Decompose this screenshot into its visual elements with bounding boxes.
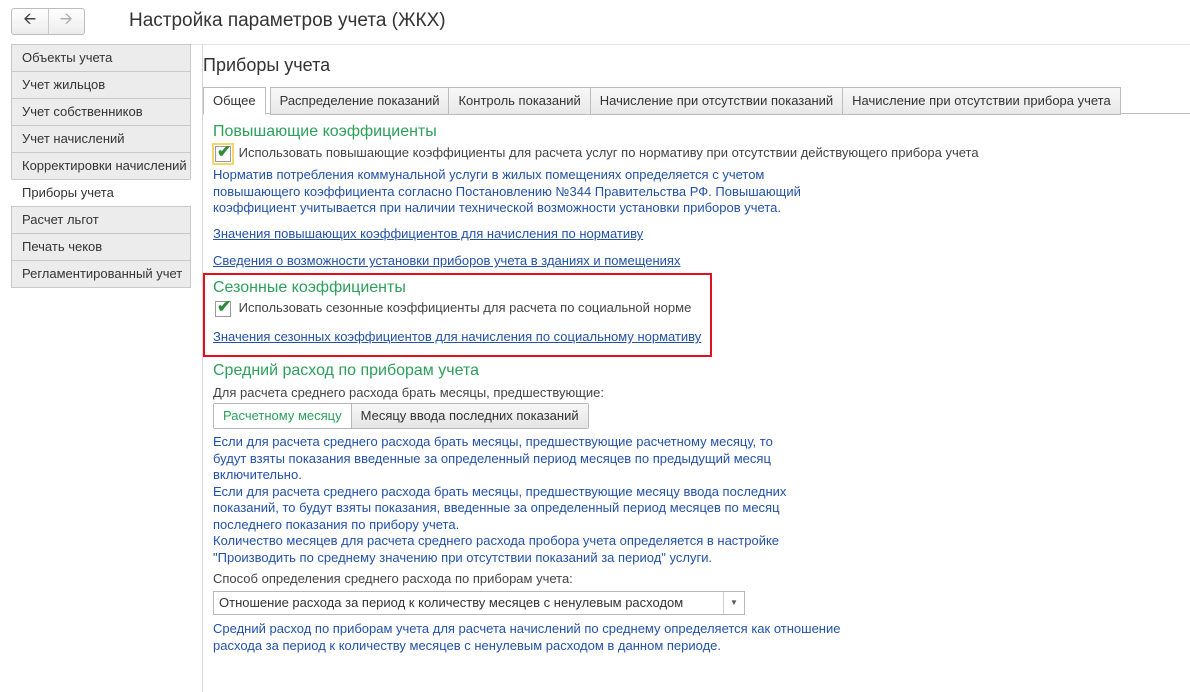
sidebar-item-owners[interactable]: Учет собственников	[11, 98, 191, 125]
tab-control[interactable]: Контроль показаний	[449, 87, 591, 115]
method-select[interactable]: Отношение расхода за период к количеству…	[213, 591, 745, 615]
back-arrow-icon[interactable]: 🡨	[12, 9, 48, 34]
navigation-buttons: 🡨 🡪	[11, 8, 85, 35]
raising-checkbox[interactable]: ✔	[212, 142, 234, 165]
raising-hint: Норматив потребления коммунальной услуги…	[213, 167, 801, 215]
highlight-frame	[203, 273, 712, 357]
sidebar-item-residents[interactable]: Учет жильцов	[11, 71, 191, 98]
sidebar-item-receipts[interactable]: Печать чеков	[11, 233, 191, 260]
sidebar-item-benefits[interactable]: Расчет льгот	[11, 206, 191, 233]
average-title: Средний расход по приборам учета	[213, 362, 479, 379]
tab-no-meter[interactable]: Начисление при отсутствии прибора учета	[843, 87, 1121, 115]
method-select-value: Отношение расхода за период к количеству…	[219, 595, 684, 610]
months-label: Для расчета среднего расхода брать месяц…	[213, 385, 604, 400]
toggle-calc-month[interactable]: Расчетному месяцу	[214, 404, 352, 428]
meter-installation-link[interactable]: Сведения о возможности установки приборо…	[213, 253, 680, 268]
tab-no-readings[interactable]: Начисление при отсутствии показаний	[590, 87, 844, 115]
page-title: Приборы учета	[203, 55, 331, 75]
toggle-last-readings-month[interactable]: Месяцу ввода последних показаний	[351, 404, 588, 428]
separator	[191, 44, 1190, 45]
sidebar-item-regulated[interactable]: Регламентированный учет	[11, 260, 191, 288]
checkmark-icon: ✔	[217, 141, 232, 161]
sidebar-item-charges[interactable]: Учет начислений	[11, 125, 191, 152]
tab-distribution[interactable]: Распределение показаний	[269, 87, 450, 115]
raising-values-link[interactable]: Значения повышающих коэффициентов для на…	[213, 226, 643, 241]
chevron-down-icon[interactable]: ▼	[723, 592, 744, 614]
panel-divider	[202, 44, 203, 692]
raising-checkbox-row[interactable]: ✔ Использовать повышающие коэффициенты д…	[212, 142, 979, 165]
window-title: Настройка параметров учета (ЖКХ)	[129, 10, 446, 31]
method-label: Способ определения среднего расхода по п…	[213, 571, 573, 586]
sidebar-item-corrections[interactable]: Корректировки начислений	[11, 152, 191, 179]
method-hint: Средний расход по приборам учета для рас…	[213, 621, 841, 653]
sidebar-item-objects[interactable]: Объекты учета	[11, 44, 191, 71]
tab-bar: Общее Распределение показаний Контроль п…	[203, 87, 1121, 115]
sidebar-item-meters[interactable]: Приборы учета	[11, 179, 191, 206]
forward-arrow-icon[interactable]: 🡪	[47, 9, 85, 34]
raising-title: Повышающие коэффициенты	[213, 123, 437, 140]
months-toggle: Расчетному месяцу Месяцу ввода последних…	[213, 403, 589, 429]
sidebar: Объекты учета Учет жильцов Учет собствен…	[11, 44, 191, 288]
average-hint: Если для расчета среднего расхода брать …	[213, 434, 787, 565]
raising-checkbox-label: Использовать повышающие коэффициенты для…	[238, 145, 979, 160]
tab-general[interactable]: Общее	[203, 87, 266, 115]
